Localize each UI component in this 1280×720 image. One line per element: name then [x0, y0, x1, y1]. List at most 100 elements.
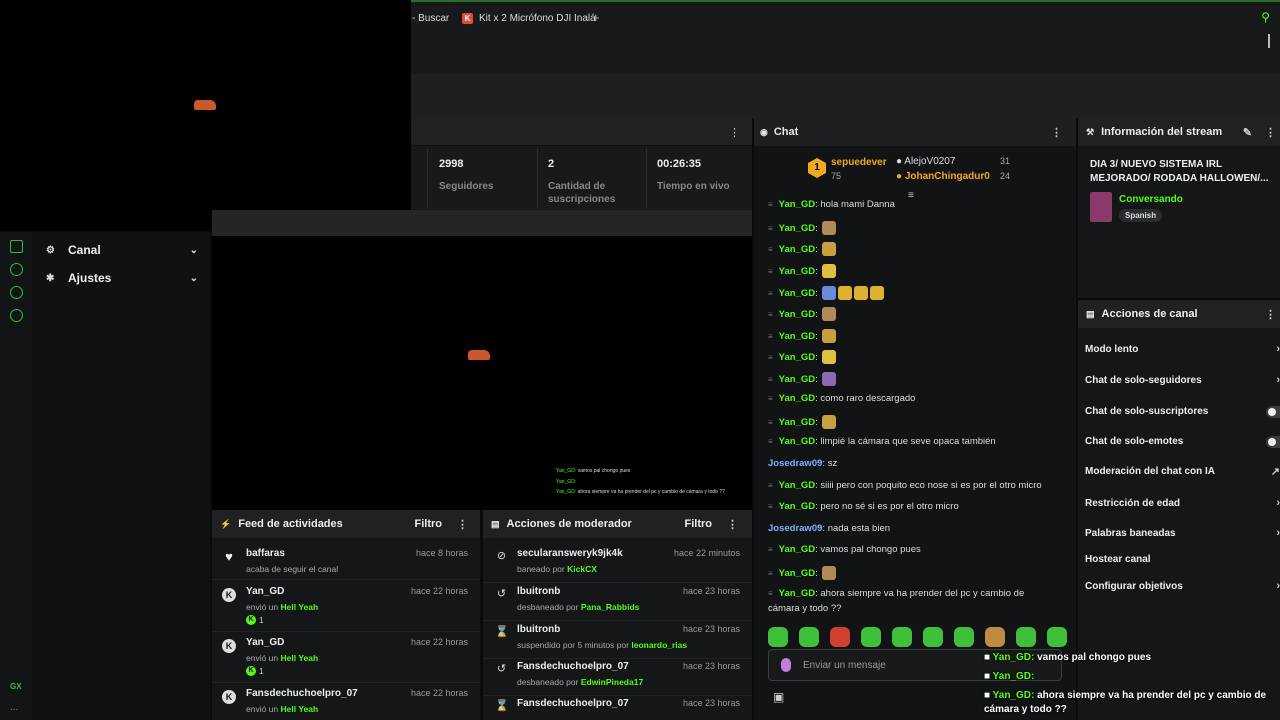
chat-username[interactable]: Yan_GD	[779, 436, 815, 447]
chat-username[interactable]: Yan_GD	[779, 199, 815, 210]
chat-username[interactable]: Josedraw09	[768, 523, 822, 534]
chat-message[interactable]: ≡ Yan_GD:	[768, 286, 885, 300]
chat-message[interactable]: ≡ Yan_GD:	[768, 221, 837, 235]
kebab-menu-icon[interactable]: ⋮	[727, 518, 738, 531]
kebab-menu-icon[interactable]: ⋮	[1265, 126, 1276, 139]
chevron-right-icon[interactable]: ›	[1276, 527, 1280, 539]
channel-action-item[interactable]: Restricción de edad ›	[1085, 497, 1280, 509]
emote-icon[interactable]	[830, 627, 850, 647]
chat-username[interactable]: Yan_GD	[779, 244, 815, 255]
search-icon[interactable]: ⚲	[1261, 10, 1270, 24]
clock-icon[interactable]	[10, 263, 23, 276]
more-icon[interactable]: ...	[10, 702, 18, 713]
chat-username[interactable]: Yan_GD	[779, 331, 815, 342]
chat-message[interactable]: ≡ Yan_GD:	[768, 329, 837, 343]
leader-name[interactable]: sepuedever	[831, 157, 887, 168]
sidebar-item-ajustes[interactable]: ✱ Ajustes ⌄	[46, 268, 198, 288]
chevron-right-icon[interactable]: ›	[1276, 374, 1280, 386]
mod-item[interactable]: ⌛ Fansdechuchoelpro_07 hace 23 horas	[483, 696, 752, 720]
emote-icon[interactable]	[1016, 627, 1036, 647]
chat-message[interactable]: ≡ Yan_GD: limpié la cámara que seve opaca…	[768, 436, 996, 447]
chat-username[interactable]: Yan_GD	[779, 374, 815, 385]
kebab-menu-icon[interactable]: ⋮	[729, 126, 740, 139]
browser-tab-active[interactable]: K Kit x 2 Micrófono DJI Inalá	[462, 8, 596, 28]
chat-message[interactable]: ≡ Yan_GD: hola mami Danna	[768, 199, 895, 210]
channel-action-item[interactable]: Modo lento ›	[1085, 343, 1280, 355]
browser-tab[interactable]: - Buscar	[412, 8, 449, 28]
mod-item[interactable]: ↺ Fansdechuchoelpro_07 hace 23 horas des…	[483, 659, 752, 696]
chat-message[interactable]: ≡ Yan_GD:	[768, 264, 837, 278]
filter-button[interactable]: Filtro	[685, 518, 713, 530]
mod-item[interactable]: ⊘ secularansweryk9jk4k hace 22 minutos b…	[483, 546, 752, 583]
channel-action-item[interactable]: Configurar objetivos ›	[1085, 580, 1280, 592]
chat-username[interactable]: Yan_GD	[779, 288, 815, 299]
channel-action-item[interactable]: Chat de solo-seguidores ›	[1085, 374, 1280, 386]
kebab-menu-icon[interactable]: ⋮	[1051, 126, 1062, 139]
chat-message[interactable]: ≡ Yan_GD: vamos pal chongo pues	[768, 544, 921, 555]
feed-item[interactable]: K Fansdechuchoelpro_07 hace 22 horas env…	[212, 686, 480, 720]
chat-username[interactable]: Yan_GD	[779, 417, 815, 428]
chat-message[interactable]: ≡ Yan_GD:	[768, 415, 837, 429]
main-video-player[interactable]: Yan_GD: vamos pal chongo pues Yan_GD: Ya…	[212, 236, 752, 510]
chat-username[interactable]: Yan_GD	[779, 352, 815, 363]
stream-category[interactable]: Conversando	[1119, 194, 1183, 205]
external-link-icon[interactable]: ↗	[1271, 465, 1280, 478]
mod-item[interactable]: ↺ lbuitronb hace 23 horas desbaneado por…	[483, 584, 752, 621]
chat-message[interactable]: ≡ Yan_GD:	[768, 566, 837, 580]
chat-message[interactable]: ≡ Yan_GD: siiii pero con poquito eco nose…	[768, 480, 1042, 491]
chat-username[interactable]: Yan_GD	[779, 588, 815, 599]
chat-message[interactable]: ≡ Yan_GD: como raro descargado	[768, 393, 915, 404]
channel-action-item[interactable]: Palabras baneadas ›	[1085, 527, 1280, 539]
microphone-icon[interactable]	[781, 658, 791, 672]
kebab-menu-icon[interactable]: ⋮	[457, 518, 468, 531]
new-tab-button[interactable]: +	[592, 10, 600, 25]
pin-icon[interactable]	[10, 240, 23, 253]
emote-icon[interactable]	[892, 627, 912, 647]
channel-action-item[interactable]: Chat de solo-suscriptores	[1085, 406, 1280, 418]
chevron-right-icon[interactable]: ›	[1276, 497, 1280, 509]
chat-username[interactable]: Yan_GD	[779, 544, 815, 555]
emote-icon[interactable]	[954, 627, 974, 647]
chat-message[interactable]: Josedraw09: sz	[768, 458, 837, 469]
emote-icon[interactable]	[768, 627, 788, 647]
leader-entry[interactable]: ● JohanChingadur0	[896, 171, 990, 182]
chat-username[interactable]: Yan_GD	[779, 480, 815, 491]
emote-icon[interactable]	[1047, 627, 1067, 647]
chat-message[interactable]: cámara y todo ??	[768, 603, 841, 614]
share-icon[interactable]	[10, 286, 23, 299]
toggle-switch[interactable]	[1266, 436, 1280, 448]
store-icon[interactable]: ▣	[773, 690, 784, 704]
channel-action-item[interactable]: Moderación del chat con IA ↗	[1085, 465, 1280, 478]
emote-icon[interactable]	[861, 627, 881, 647]
chat-username[interactable]: Yan_GD	[779, 393, 815, 404]
toggle-switch[interactable]	[1266, 406, 1280, 418]
feed-item[interactable]: ♥ baffaras hace 8 horas acaba de seguir …	[212, 546, 480, 580]
chat-username[interactable]: Yan_GD	[779, 266, 815, 277]
sidebar-item-canal[interactable]: ⚙ Canal ⌄	[46, 240, 198, 260]
chat-message[interactable]: ≡ Yan_GD:	[768, 242, 837, 256]
chat-message[interactable]: ≡ Yan_GD:	[768, 372, 837, 386]
collapse-icon[interactable]: ≡	[908, 190, 914, 201]
mod-item[interactable]: ⌛ lbuitronb hace 23 horas suspendido por…	[483, 622, 752, 659]
kebab-menu-icon[interactable]: ⋮	[1265, 308, 1276, 321]
chat-message[interactable]: ≡ Yan_GD:	[768, 350, 837, 364]
chat-username[interactable]: Yan_GD	[779, 568, 815, 579]
chat-message[interactable]: ≡ Yan_GD:	[768, 307, 837, 321]
emote-icon[interactable]	[923, 627, 943, 647]
feed-item[interactable]: K Yan_GD hace 22 horas envió un Hell Yea…	[212, 584, 480, 632]
chat-message[interactable]: ≡ Yan_GD: ahora siempre va ha prender del…	[768, 588, 1024, 599]
emote-icon[interactable]	[799, 627, 819, 647]
chat-username[interactable]: Yan_GD	[779, 223, 815, 234]
chat-username[interactable]: Yan_GD	[779, 309, 815, 320]
emote-icon[interactable]	[985, 627, 1005, 647]
settings-icon[interactable]	[10, 309, 23, 322]
preview-video[interactable]	[0, 0, 411, 231]
chat-message[interactable]: ≡ Yan_GD: pero no sé si es por el otro mi…	[768, 501, 959, 512]
chevron-right-icon[interactable]: ›	[1276, 343, 1280, 355]
channel-action-item[interactable]: Hostear canal	[1085, 554, 1280, 565]
leader-entry[interactable]: ● AlejoV0207	[896, 156, 955, 167]
filter-button[interactable]: Filtro	[415, 518, 443, 530]
chat-username[interactable]: Yan_GD	[779, 501, 815, 512]
channel-action-item[interactable]: Chat de solo-emotes	[1085, 436, 1280, 448]
chevron-right-icon[interactable]: ›	[1276, 580, 1280, 592]
